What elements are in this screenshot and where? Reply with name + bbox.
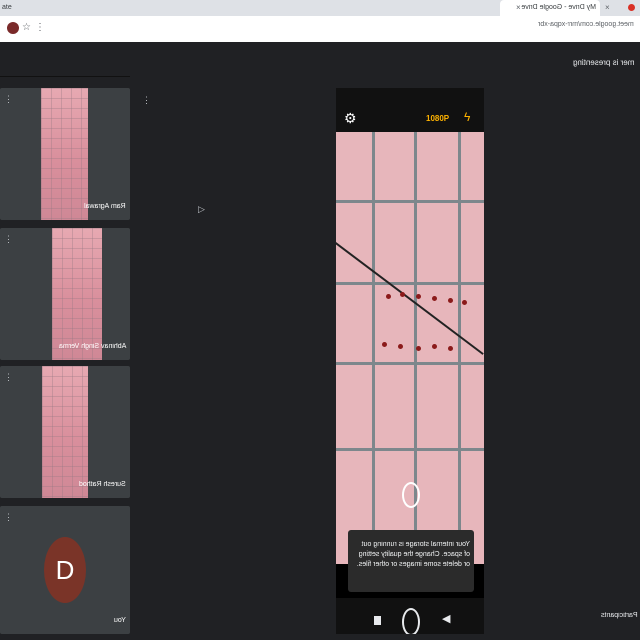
participant-tile-ram[interactable]: ⋮ Ram Agrawal bbox=[0, 88, 130, 220]
participant-video bbox=[42, 366, 88, 498]
url-text[interactable]: meet.google.com/mrr-xqpa-xbr bbox=[538, 21, 634, 28]
participant-name: Suresh Rathod bbox=[79, 481, 126, 488]
home-button[interactable] bbox=[402, 608, 420, 634]
profile-avatar[interactable] bbox=[7, 22, 19, 34]
menu-icon[interactable]: ⋮ bbox=[35, 19, 45, 37]
camera-top-bar bbox=[336, 88, 484, 132]
participants-label[interactable]: Participants bbox=[601, 612, 638, 619]
recents-button[interactable] bbox=[374, 616, 381, 625]
more-options-icon[interactable]: ⋮ bbox=[4, 512, 13, 523]
gear-icon[interactable]: ⚙ bbox=[344, 110, 357, 126]
participant-name: Ram Agrawal bbox=[84, 203, 126, 210]
more-options-icon[interactable]: ⋮ bbox=[4, 372, 13, 383]
participant-video bbox=[52, 228, 102, 360]
participant-tile-suresh[interactable]: ⋮ Suresh Rathod bbox=[0, 366, 130, 498]
cursor-icon: ▷ bbox=[198, 204, 205, 214]
participant-name: You bbox=[114, 617, 126, 624]
tab-title: ate bbox=[2, 4, 12, 11]
resolution-label[interactable]: 1080P bbox=[426, 114, 449, 123]
close-tab-icon[interactable]: × bbox=[516, 0, 521, 16]
presenting-text: mer is presenting bbox=[572, 58, 634, 67]
participant-video bbox=[41, 88, 88, 220]
participant-name: Abhinav Singh Verma bbox=[58, 343, 126, 350]
more-options-icon[interactable]: ⋮ bbox=[4, 94, 13, 105]
more-options-icon[interactable]: ⋮ bbox=[4, 234, 13, 245]
recording-dot-icon bbox=[628, 4, 635, 11]
participant-tile-abhinav[interactable]: ⋮ Abhinav Singh Verma bbox=[0, 228, 130, 360]
more-options-icon[interactable]: ⋮ bbox=[142, 95, 151, 106]
toast-message: Your internal storage is running out of … bbox=[356, 541, 470, 568]
flash-icon[interactable]: ϟ bbox=[464, 110, 470, 124]
browser-tab-drive[interactable]: My Drive - Google Drive bbox=[500, 0, 600, 16]
shared-phone-screen: ⚙ 1080P ϟ Your internal storage is runni… bbox=[336, 88, 484, 634]
back-button[interactable]: ◀ bbox=[442, 612, 450, 625]
wire-line bbox=[336, 242, 484, 355]
user-avatar: D bbox=[44, 537, 86, 603]
zoom-toggle[interactable] bbox=[402, 482, 420, 508]
star-icon[interactable]: ☆ bbox=[22, 19, 31, 37]
browser-tab[interactable]: ate bbox=[0, 0, 16, 16]
presenting-banner bbox=[0, 42, 640, 77]
